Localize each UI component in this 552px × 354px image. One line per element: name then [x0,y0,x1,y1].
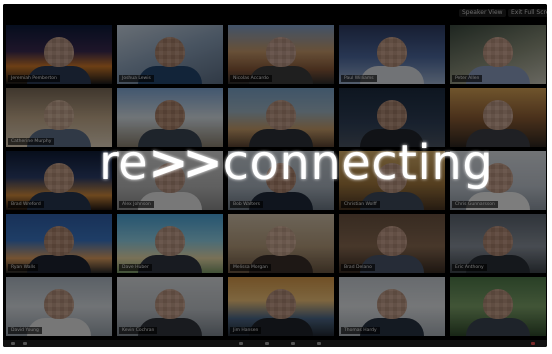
logo-suffix: connecting [223,139,489,191]
record-icon[interactable] [317,342,321,345]
video-icon[interactable] [23,342,27,345]
meeting-controls-bar [3,340,547,347]
end-meeting-icon[interactable] [531,342,535,345]
reconnecting-logo: re>> connecting [99,139,489,191]
logo-prefix: re [99,139,148,191]
mute-icon[interactable] [11,342,15,345]
logo-chevrons: >> [148,139,218,191]
logo-wordmark: re>> connecting [99,139,489,191]
share-screen-icon[interactable] [291,342,295,345]
chat-icon[interactable] [265,342,269,345]
video-conference-window: Speaker View Exit Full Screen Jeremiah P… [3,4,547,347]
participants-icon[interactable] [239,342,243,345]
